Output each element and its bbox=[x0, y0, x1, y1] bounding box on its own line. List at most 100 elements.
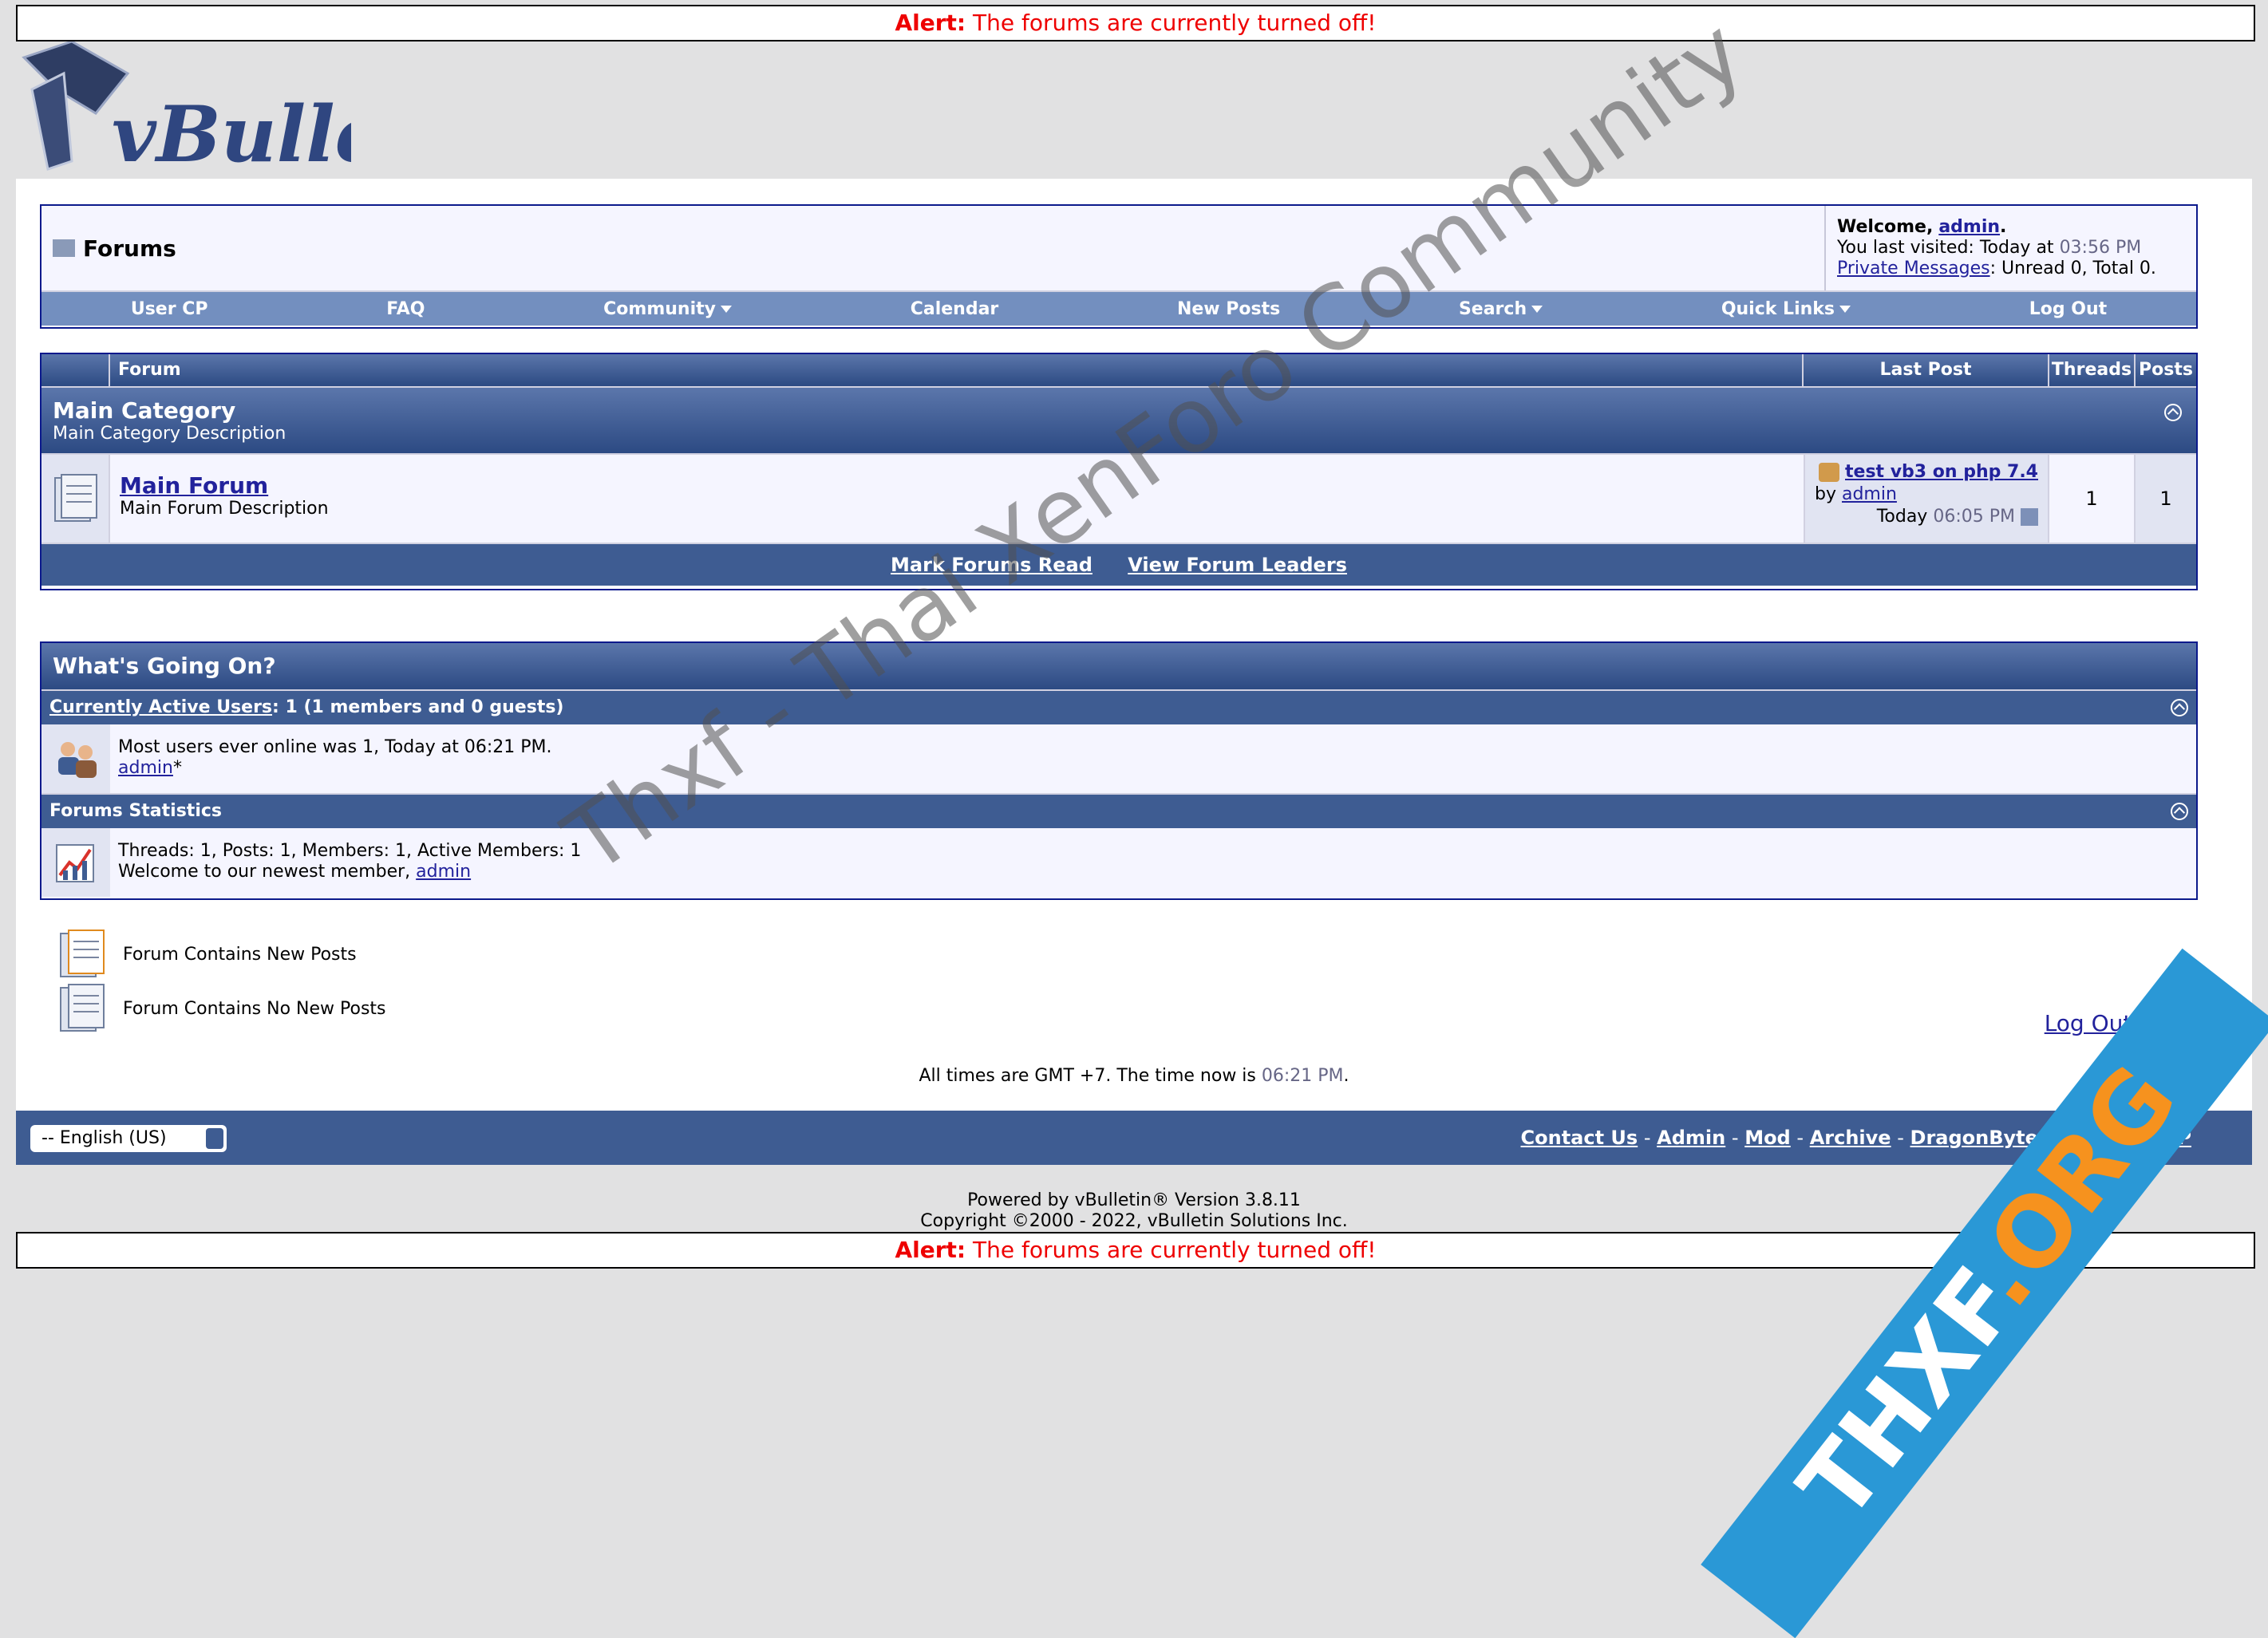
menu-user-cp[interactable]: User CP bbox=[131, 299, 208, 319]
dropdown-arrow-icon bbox=[1839, 306, 1851, 313]
forum-new-posts-icon bbox=[60, 930, 105, 977]
navbar-menu: User CP FAQ Community Calendar New Posts… bbox=[41, 290, 2196, 326]
legend-no-new-posts-label: Forum Contains No New Posts bbox=[123, 998, 386, 1019]
welcome-suffix: . bbox=[2000, 217, 2007, 237]
top-alert: Alert: The forums are currently turned o… bbox=[16, 5, 2255, 41]
vbulletin-logo[interactable]: vBulletin® bbox=[16, 40, 580, 180]
mod-link[interactable]: Mod bbox=[1744, 1127, 1791, 1149]
language-selected: -- English (US) bbox=[41, 1128, 167, 1148]
go-to-last-post-icon[interactable] bbox=[2021, 508, 2038, 526]
forum-description: Main Forum Description bbox=[120, 499, 329, 519]
separator: - bbox=[1731, 1127, 1739, 1149]
menu-community-label: Community bbox=[603, 298, 716, 319]
collapse-icon[interactable] bbox=[2171, 699, 2188, 716]
breadcrumb: Forums bbox=[41, 206, 1824, 290]
timezone-note: All times are GMT +7. The time now is 06… bbox=[0, 1066, 2268, 1086]
last-visited-time: 03:56 PM bbox=[2059, 238, 2142, 258]
alert-label: Alert: bbox=[895, 10, 966, 36]
logo-text: vBulletin® bbox=[112, 89, 351, 179]
last-post-day: Today bbox=[1876, 507, 1928, 527]
copyright: Powered by vBulletin® Version 3.8.11 Cop… bbox=[0, 1190, 2268, 1232]
dropdown-arrow-icon bbox=[1531, 306, 1543, 313]
menu-quick-links-label: Quick Links bbox=[1721, 298, 1835, 319]
last-visited-text: You last visited: Today at bbox=[1837, 238, 2054, 258]
whats-going-on: What's Going On? Currently Active Users:… bbox=[40, 641, 2198, 900]
admin-link[interactable]: Admin bbox=[1657, 1127, 1725, 1149]
online-user-suffix: * bbox=[172, 758, 182, 778]
pm-status: : Unread 0, Total 0. bbox=[1989, 259, 2156, 278]
collapse-icon[interactable] bbox=[2171, 803, 2188, 820]
current-time: 06:21 PM bbox=[1261, 1066, 1344, 1086]
alert-label: Alert: bbox=[895, 1237, 966, 1263]
category-title[interactable]: Main Category bbox=[53, 388, 2196, 424]
forum-no-new-posts-icon bbox=[60, 984, 105, 1032]
navbar: Forums Welcome, admin. You last visited:… bbox=[40, 204, 2198, 329]
menu-quick-links[interactable]: Quick Links bbox=[1721, 299, 1851, 319]
collapse-icon[interactable] bbox=[2164, 404, 2182, 421]
forum-stats-header: Forums Statistics bbox=[41, 793, 2196, 828]
bottom-alert: Alert: The forums are currently turned o… bbox=[16, 1232, 2255, 1269]
users-icon bbox=[41, 724, 110, 793]
powered-by: Powered by vBulletin® Version 3.8.11 bbox=[967, 1190, 1301, 1210]
newest-member-text: Welcome to our newest member, bbox=[118, 862, 411, 882]
contact-us-link[interactable]: Contact Us bbox=[1521, 1127, 1638, 1149]
last-post-user-link[interactable]: admin bbox=[1842, 484, 1897, 504]
dropdown-arrow-icon bbox=[721, 306, 732, 313]
forum-stats-details: Threads: 1, Posts: 1, Members: 1, Active… bbox=[110, 828, 581, 897]
footer-bar: -- English (US) Contact Us - Admin - Mod… bbox=[16, 1111, 2252, 1165]
wgo-title: What's Going On? bbox=[41, 643, 2196, 689]
menu-new-posts[interactable]: New Posts bbox=[1177, 299, 1280, 319]
welcome-prefix: Welcome, bbox=[1837, 217, 1934, 237]
separator: - bbox=[1796, 1127, 1804, 1149]
forum-table: Forum Last Post Threads Posts Main Categ… bbox=[40, 353, 2198, 590]
forum-posts-count: 1 bbox=[2136, 455, 2196, 543]
online-user-link[interactable]: admin bbox=[118, 758, 173, 778]
header-forum: Forum bbox=[110, 354, 1804, 386]
separator: - bbox=[1897, 1127, 1904, 1149]
menu-community[interactable]: Community bbox=[603, 299, 732, 319]
header-posts: Posts bbox=[2139, 360, 2193, 380]
menu-log-out[interactable]: Log Out bbox=[2029, 299, 2107, 319]
newest-member-link[interactable]: admin bbox=[416, 862, 471, 882]
forum-table-header: Forum Last Post Threads Posts bbox=[41, 354, 2196, 386]
stats-chart-icon bbox=[41, 828, 110, 897]
timezone-text: All times are GMT +7. The time now is bbox=[919, 1066, 1256, 1086]
active-users-details: Most users ever online was 1, Today at 0… bbox=[110, 724, 551, 793]
page-title: Forums bbox=[83, 235, 176, 262]
forum-stats-line: Threads: 1, Posts: 1, Members: 1, Active… bbox=[118, 841, 582, 861]
category-row[interactable]: Main Category Main Category Description bbox=[41, 386, 2196, 453]
separator: - bbox=[1643, 1127, 1651, 1149]
legend-new-posts-label: Forum Contains New Posts bbox=[123, 944, 357, 965]
welcome-panel: Welcome, admin. You last visited: Today … bbox=[1824, 206, 2196, 290]
menu-calendar[interactable]: Calendar bbox=[911, 299, 999, 319]
menu-search[interactable]: Search bbox=[1459, 299, 1543, 319]
active-users-link[interactable]: Currently Active Users bbox=[49, 697, 272, 717]
archive-link[interactable]: Archive bbox=[1810, 1127, 1891, 1149]
alert-message: The forums are currently turned off! bbox=[973, 1237, 1377, 1263]
category-description: Main Category Description bbox=[53, 424, 286, 444]
forum-status-icon bbox=[41, 455, 110, 543]
forum-stats-title: Forums Statistics bbox=[49, 801, 222, 821]
forum-table-footer: Mark Forums Read View Forum Leaders bbox=[41, 543, 2196, 586]
menu-faq[interactable]: FAQ bbox=[386, 299, 425, 319]
timezone-suffix: . bbox=[1343, 1066, 1349, 1086]
last-post-title-link[interactable]: test vb3 on php 7.4 bbox=[1845, 462, 2038, 482]
menu-search-label: Search bbox=[1458, 298, 1527, 319]
mark-forums-read-link[interactable]: Mark Forums Read bbox=[891, 554, 1093, 576]
active-users-row: Most users ever online was 1, Today at 0… bbox=[41, 724, 2196, 793]
forum-row: Main Forum Main Forum Description test v… bbox=[41, 453, 2196, 543]
forum-legend: Forum Contains New Posts Forum Contains … bbox=[57, 927, 386, 1036]
forum-threads-count: 1 bbox=[2049, 455, 2136, 543]
private-messages-link[interactable]: Private Messages bbox=[1837, 259, 1990, 278]
language-select[interactable]: -- English (US) bbox=[30, 1125, 227, 1152]
active-users-record: Most users ever online was 1, Today at 0… bbox=[118, 737, 552, 757]
legend-new-posts: Forum Contains New Posts bbox=[57, 927, 386, 981]
thumbs-up-icon bbox=[1819, 463, 1839, 482]
welcome-user-link[interactable]: admin bbox=[1938, 217, 2000, 237]
legend-no-new-posts: Forum Contains No New Posts bbox=[57, 981, 386, 1036]
forum-stats-row: Threads: 1, Posts: 1, Members: 1, Active… bbox=[41, 828, 2196, 897]
view-forum-leaders-link[interactable]: View Forum Leaders bbox=[1128, 554, 1347, 576]
forum-title-link[interactable]: Main Forum bbox=[120, 472, 268, 499]
last-post-time: 06:05 PM bbox=[1933, 507, 2015, 527]
copyright-line: Copyright ©2000 - 2022, vBulletin Soluti… bbox=[920, 1211, 1348, 1231]
